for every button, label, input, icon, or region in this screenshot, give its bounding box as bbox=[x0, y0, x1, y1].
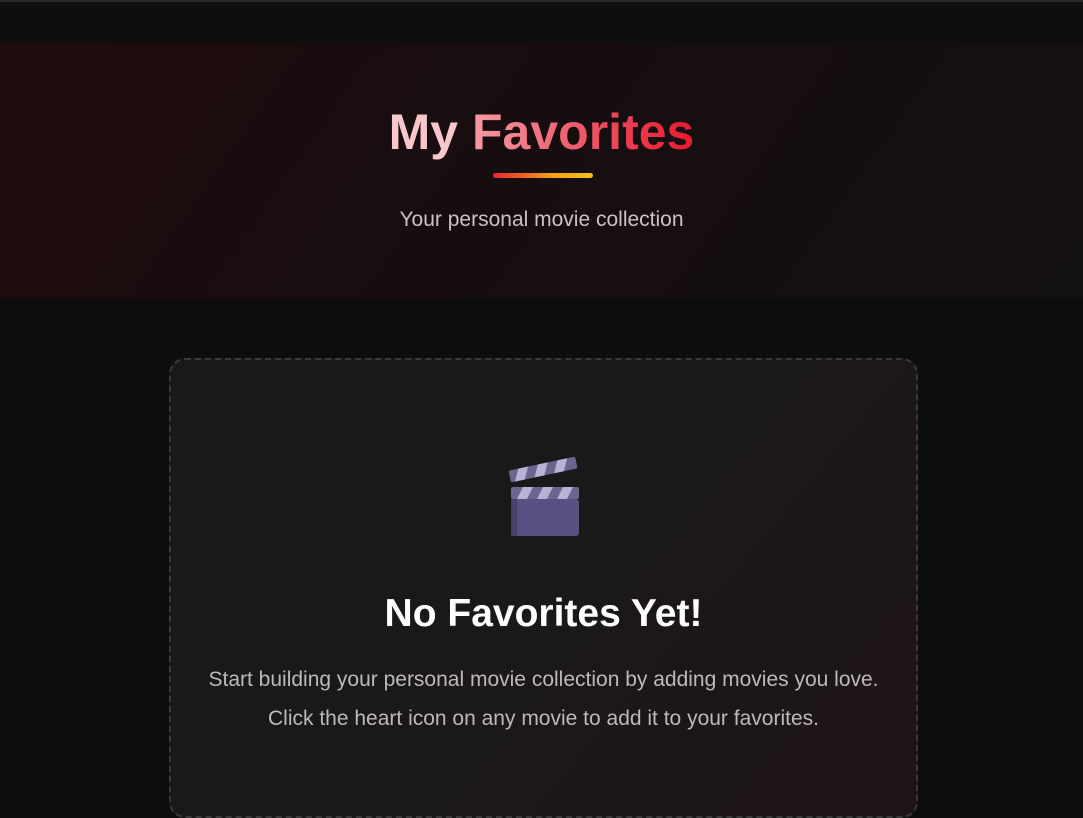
hero-section: My Favorites Your personal movie collect… bbox=[0, 42, 1083, 298]
empty-favorites-card: No Favorites Yet! Start building your pe… bbox=[169, 358, 918, 818]
clapperboard-icon bbox=[508, 456, 579, 536]
title-underline bbox=[493, 173, 593, 178]
empty-state-title: No Favorites Yet! bbox=[384, 592, 703, 635]
empty-state-message: Start building your personal movie colle… bbox=[208, 668, 879, 730]
page-title-plain: My bbox=[388, 104, 473, 160]
top-navbar bbox=[0, 0, 1083, 42]
page-subtitle: Your personal movie collection bbox=[399, 208, 684, 231]
page-title-accent: Favorites bbox=[472, 104, 695, 160]
page-title: My Favorites bbox=[0, 102, 1083, 162]
